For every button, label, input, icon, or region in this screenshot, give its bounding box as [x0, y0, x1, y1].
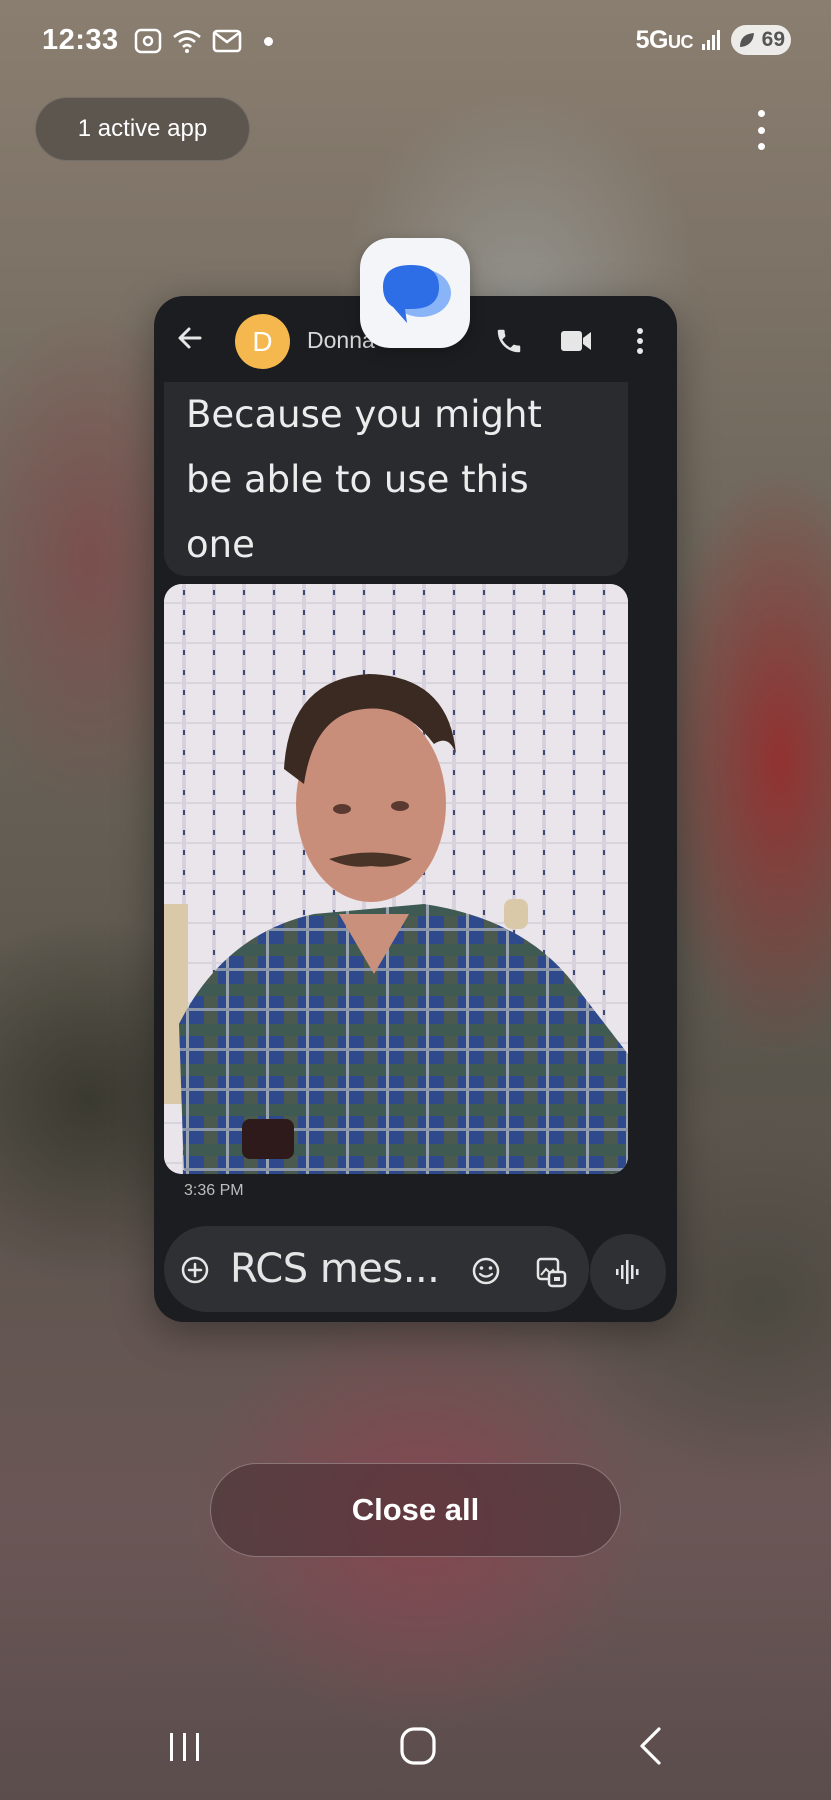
messages-icon	[383, 265, 451, 323]
video-call-icon[interactable]	[560, 328, 592, 354]
back-arrow-icon[interactable]	[176, 324, 204, 352]
compose-placeholder[interactable]: RCS mes...	[230, 1246, 440, 1292]
network-label: 5GUC	[635, 25, 694, 54]
message-text: Because you might be able to use this on…	[186, 393, 542, 566]
home-icon[interactable]	[399, 1726, 437, 1766]
status-bar: 12:33 5GUC 69	[0, 0, 831, 86]
contact-avatar[interactable]: D	[235, 314, 290, 369]
screenshot-icon	[134, 28, 162, 54]
wifi-icon	[173, 30, 201, 53]
more-options-button[interactable]	[744, 108, 778, 152]
battery-indicator: 69	[731, 25, 791, 55]
phone-call-icon[interactable]	[494, 326, 524, 356]
more-options-icon	[757, 110, 765, 117]
message-timestamp: 3:36 PM	[184, 1182, 244, 1199]
notification-dot	[264, 36, 273, 46]
recent-apps-icon[interactable]	[168, 1730, 202, 1764]
active-apps-button[interactable]: 1 active app	[35, 97, 250, 161]
photo-image	[164, 584, 628, 1174]
back-nav-icon[interactable]	[637, 1726, 663, 1766]
compose-field[interactable]: RCS mes...	[164, 1226, 589, 1312]
messages-app-icon[interactable]	[360, 238, 470, 348]
status-time: 12:33	[42, 24, 119, 56]
voice-waveform-icon	[616, 1260, 639, 1284]
close-all-button[interactable]: Close all	[210, 1463, 621, 1557]
voice-message-button[interactable]	[590, 1234, 666, 1310]
status-icons	[134, 28, 273, 54]
battery-saver-icon	[740, 33, 754, 47]
gallery-icon[interactable]	[535, 1256, 567, 1288]
emoji-icon[interactable]	[471, 1256, 501, 1286]
conversation-menu-icon[interactable]	[634, 326, 646, 356]
messages-app-card[interactable]: D Donna Because you might be able to use…	[154, 296, 677, 1322]
status-right: 5GUC 69	[636, 25, 791, 55]
message-bubble[interactable]: Because you might be able to use this on…	[164, 382, 628, 576]
mail-icon	[212, 29, 242, 53]
signal-icon	[702, 30, 720, 50]
message-photo[interactable]	[164, 584, 628, 1174]
add-attachment-icon[interactable]	[180, 1255, 210, 1285]
battery-level: 69	[761, 28, 785, 51]
